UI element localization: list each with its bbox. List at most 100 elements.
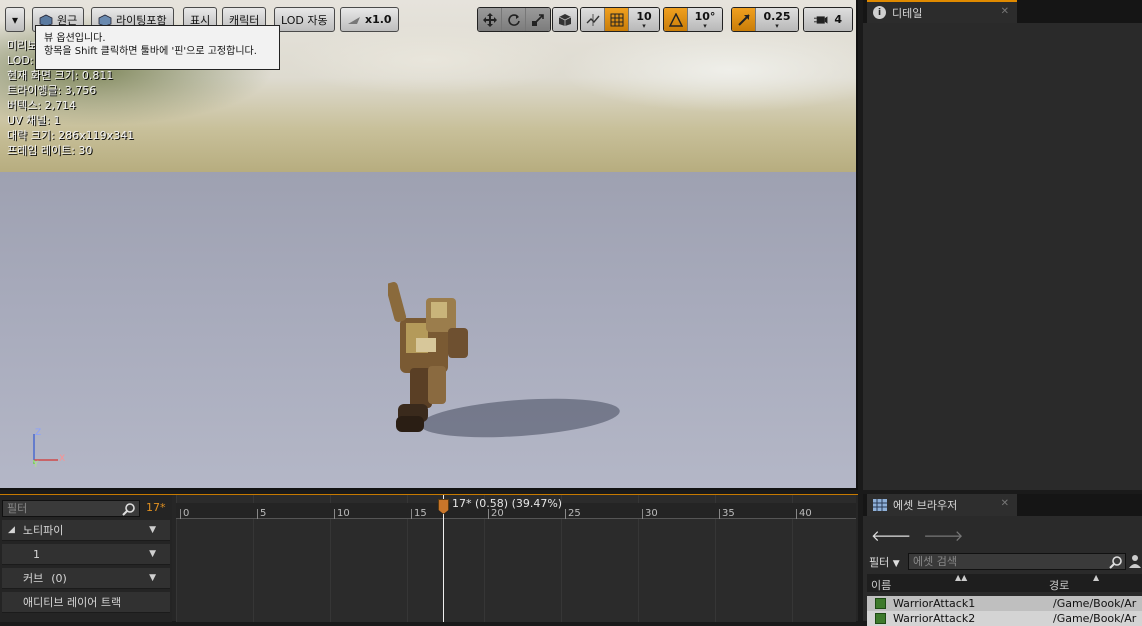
column-header-path[interactable]: 경로 — [1049, 577, 1069, 593]
asset-browser-tabstrip: 에셋 브라우저 ✕ — [863, 494, 1142, 516]
chevron-down-icon: ▼ — [892, 559, 900, 569]
grid-icon — [610, 13, 623, 26]
asset-name: WarriorAttack2 — [893, 612, 976, 625]
asset-search-placeholder: 에셋 검색 — [913, 555, 957, 568]
asset-browser-panel: 에셋 브라우저 ✕ 🡐 🡒 필터 ▼ 에셋 검색 이름 ▲▲ 경로 ▲ Warr… — [863, 494, 1142, 626]
details-tab-label: 디테일 — [892, 6, 923, 20]
sort-up-icon: ▲ — [1093, 573, 1100, 582]
rotation-snap-value: 10° — [694, 9, 716, 23]
coordinate-system-group — [552, 7, 578, 32]
axis-x-label: X — [59, 454, 65, 464]
stats-vertices: 버텍스: 2,714 — [7, 99, 77, 112]
details-panel: i 디테일 ✕ — [863, 0, 1142, 490]
lod-label: LOD 자동 — [281, 13, 328, 27]
animation-asset-icon — [875, 613, 886, 624]
track-filter-input[interactable]: 필터 — [2, 500, 140, 517]
column-header-name[interactable]: 이름 — [871, 577, 891, 593]
rotate-mode-button[interactable] — [502, 8, 526, 31]
asset-row[interactable]: WarriorAttack2 /Game/Book/Ar — [867, 611, 1142, 626]
collapse-triangle-icon[interactable]: ◢ — [8, 525, 15, 535]
chevron-down-icon: ▾ — [775, 21, 779, 30]
chevron-down-icon[interactable]: ▼ — [149, 573, 156, 583]
camera-speed-dropdown[interactable]: 4 — [804, 8, 852, 31]
view-options-button[interactable]: ▾ — [5, 7, 25, 32]
playhead-label: 17* (0.58) (39.47%) — [452, 497, 563, 510]
surface-snap-icon — [586, 13, 600, 26]
back-arrow-icon[interactable]: 🡐 — [871, 526, 911, 545]
preview-viewport[interactable]: 미리보 LOD: 현재 화면 크기: 0.811 트라이앵글: 3,756 버텍… — [0, 0, 858, 490]
tab-details[interactable]: i 디테일 ✕ — [867, 0, 1017, 23]
ruler-tick: 15 — [411, 509, 427, 519]
chevron-down-icon: ▾ — [11, 12, 19, 27]
ruler-tick: 30 — [642, 509, 658, 519]
surface-snap-button[interactable] — [581, 8, 605, 31]
playback-speed-button[interactable]: x1.0 — [340, 7, 399, 32]
rotate-icon — [507, 13, 520, 26]
close-icon[interactable]: ✕ — [1001, 498, 1009, 509]
speed-icon — [348, 16, 360, 24]
animation-timeline: 필터 17* ◢ 노티파이 ▼ 1 ▼ 커브 (0) ▼ 애디티브 레이어 트랙… — [0, 494, 858, 622]
character-mesh[interactable] — [388, 278, 478, 438]
grid-snap-group: 10 ▾ — [580, 7, 660, 32]
chevron-down-icon[interactable]: ▼ — [149, 549, 156, 559]
chevron-down-icon[interactable]: ▼ — [149, 525, 156, 535]
rotation-snap-toggle[interactable] — [664, 8, 688, 31]
transform-mode-group — [477, 7, 551, 32]
search-icon — [1109, 556, 1122, 569]
angle-icon — [668, 12, 683, 27]
grid-snap-value: 10 — [636, 9, 652, 23]
additive-track-label: 애디티브 레이어 트랙 — [23, 596, 122, 609]
stats-triangles: 트라이앵글: 3,756 — [7, 84, 97, 97]
camera-icon — [814, 15, 828, 24]
ruler-tick: 40 — [796, 509, 812, 519]
timeline-track-area[interactable]: 0 5 10 15 20 25 30 35 40 — [176, 495, 856, 622]
lit-sphere-icon — [98, 14, 112, 26]
current-frame-indicator: 17* — [146, 501, 166, 514]
move-arrows-icon — [482, 12, 497, 27]
asset-name: WarriorAttack1 — [893, 597, 976, 610]
lod-auto-button[interactable]: LOD 자동 — [274, 7, 335, 32]
grid-snap-value-dropdown[interactable]: 10 ▾ — [629, 8, 659, 31]
additive-layer-track[interactable]: 애디티브 레이어 트랙 — [2, 592, 170, 613]
scale-arrow-icon — [737, 13, 750, 26]
ruler-tick: 25 — [565, 509, 581, 519]
grid-snap-toggle[interactable] — [605, 8, 629, 31]
sort-up-icon: ▲▲ — [955, 573, 968, 582]
scale-mode-button[interactable] — [526, 8, 550, 31]
rotation-snap-group: 10° ▾ — [663, 7, 723, 32]
tooltip-line-2: 항목을 Shift 클릭하면 툴바에 '핀'으로 고정합니다. — [44, 46, 257, 57]
translate-mode-button[interactable] — [478, 8, 502, 31]
asset-row[interactable]: WarriorAttack1 /Game/Book/Ar — [867, 596, 1142, 611]
notify-track-label: 노티파이 — [22, 524, 64, 537]
axis-gizmo: Z Y X — [32, 428, 65, 468]
scale-snap-toggle[interactable] — [732, 8, 756, 31]
notify-track-number: 1 — [33, 547, 40, 561]
chevron-down-icon: ▾ — [642, 21, 646, 30]
stats-approx-size: 대략 크기: 286x119x341 — [7, 129, 135, 142]
asset-filter-dropdown[interactable]: 필터 ▼ — [869, 554, 900, 570]
details-tabstrip: i 디테일 ✕ — [863, 0, 1142, 23]
notify-track-header[interactable]: ◢ 노티파이 ▼ — [2, 520, 170, 541]
curves-track-label: 커브 — [23, 572, 44, 585]
user-filter-icon[interactable] — [1128, 554, 1142, 568]
world-local-toggle-button[interactable] — [553, 8, 577, 31]
close-icon[interactable]: ✕ — [1001, 6, 1009, 17]
asset-search-input[interactable]: 에셋 검색 — [908, 553, 1126, 570]
curves-track-header[interactable]: 커브 (0) ▼ — [2, 568, 170, 589]
camera-speed-group: 4 — [803, 7, 853, 32]
axis-z-label: Z — [35, 428, 41, 438]
asset-browser-tab-label: 에셋 브라우저 — [893, 499, 958, 512]
grid-asset-icon — [873, 499, 887, 511]
forward-arrow-icon[interactable]: 🡒 — [923, 526, 963, 545]
camera-speed-value: 4 — [834, 12, 842, 26]
scale-icon — [532, 13, 544, 26]
rotation-snap-value-dropdown[interactable]: 10° ▾ — [688, 8, 722, 31]
tab-asset-browser[interactable]: 에셋 브라우저 ✕ — [867, 494, 1017, 516]
notify-track-row[interactable]: 1 ▼ — [2, 544, 170, 565]
ruler-tick: 10 — [334, 509, 350, 519]
asset-path: /Game/Book/Ar — [1053, 612, 1137, 625]
info-icon: i — [873, 6, 886, 19]
perspective-cube-icon — [39, 14, 53, 26]
scale-snap-value-dropdown[interactable]: 0.25 ▾ — [756, 8, 798, 31]
history-navigation: 🡐 🡒 — [871, 526, 963, 545]
